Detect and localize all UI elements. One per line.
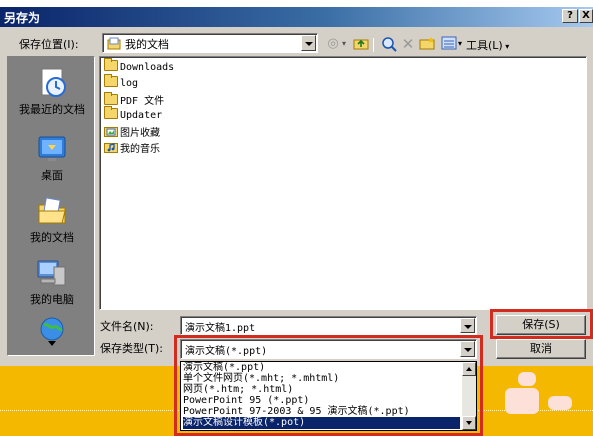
background-decoration — [505, 388, 539, 414]
help-button[interactable]: ? — [562, 9, 578, 23]
folder-icon — [104, 58, 118, 71]
place-desktop[interactable]: 桌面 — [8, 133, 96, 183]
desktop-icon — [36, 133, 68, 165]
filename-dropdown-button[interactable] — [460, 318, 475, 333]
filename-label: 文件名(N): — [100, 320, 154, 333]
place-label: 我的文档 — [30, 231, 74, 244]
file-name: 图片收藏 — [120, 128, 160, 139]
delete-icon[interactable]: ✕ — [399, 36, 417, 52]
folder-icon — [104, 106, 118, 119]
top-strip — [0, 0, 593, 7]
tools-label: 工具(L) — [466, 39, 503, 52]
search-web-icon[interactable] — [380, 36, 398, 57]
filename-value: 演示文稿1.ppt — [185, 323, 256, 334]
file-name: Downloads — [120, 62, 175, 73]
save-button-highlight — [490, 309, 593, 339]
filetype-highlight — [174, 335, 483, 436]
cancel-button[interactable]: 取消 — [496, 339, 586, 359]
views-dropdown-icon[interactable]: ▾ — [456, 36, 464, 52]
list-item[interactable]: 图片收藏 — [104, 124, 160, 139]
save-in-value: 我的文档 — [125, 38, 169, 51]
save-in-dropdown-button[interactable] — [301, 35, 316, 51]
filetype-label: 保存类型(T): — [100, 342, 164, 355]
my-documents-small-icon — [107, 37, 121, 53]
toolbar-separator — [373, 38, 374, 52]
save-in-label: 保存位置(I): — [19, 38, 79, 51]
music-folder-icon — [104, 141, 118, 153]
tools-menu[interactable]: 工具(L) ▾ — [466, 37, 509, 53]
file-name: Updater — [120, 110, 163, 121]
list-item[interactable]: Updater — [104, 106, 163, 123]
new-folder-icon[interactable] — [418, 36, 436, 55]
window-title: 另存为 — [4, 11, 41, 25]
recent-documents-icon — [36, 67, 68, 99]
place-label: 桌面 — [41, 169, 63, 182]
place-my-documents[interactable]: 我的文档 — [8, 195, 96, 245]
file-list[interactable]: Downloads log PDF 文件 Updater 图片收藏 我的音乐 — [99, 56, 587, 310]
places-bar: 我最近的文档 桌面 我的文档 我的电脑 — [7, 56, 95, 356]
file-name: PDF 文件 — [120, 96, 165, 107]
place-label: 我最近的文档 — [19, 103, 85, 116]
list-item[interactable]: Downloads — [104, 58, 175, 75]
save-in-combo[interactable]: 我的文档 — [102, 33, 318, 53]
title-bar[interactable]: 另存为 ? X — [0, 7, 593, 27]
up-folder-icon[interactable] — [352, 36, 370, 55]
folder-icon — [104, 74, 118, 87]
my-computer-icon — [36, 257, 68, 289]
my-documents-icon — [36, 195, 68, 227]
place-label: 我的电脑 — [30, 293, 74, 306]
file-name: 我的音乐 — [120, 144, 160, 155]
background-decoration — [548, 396, 572, 410]
file-name: log — [120, 78, 139, 89]
folder-icon — [104, 92, 118, 105]
background-decoration — [518, 372, 536, 386]
place-network[interactable] — [8, 315, 96, 349]
list-item[interactable]: log — [104, 74, 139, 91]
list-item[interactable]: PDF 文件 — [104, 92, 164, 107]
pictures-folder-icon — [104, 125, 118, 137]
filename-input[interactable]: 演示文稿1.ppt — [180, 316, 477, 335]
place-recent-documents[interactable]: 我最近的文档 — [8, 67, 96, 117]
close-button[interactable]: X — [579, 9, 593, 23]
network-places-icon — [36, 315, 68, 347]
place-my-computer[interactable]: 我的电脑 — [8, 257, 96, 307]
back-dropdown-icon[interactable]: ▾ — [340, 36, 348, 52]
list-item[interactable]: 我的音乐 — [104, 140, 160, 155]
